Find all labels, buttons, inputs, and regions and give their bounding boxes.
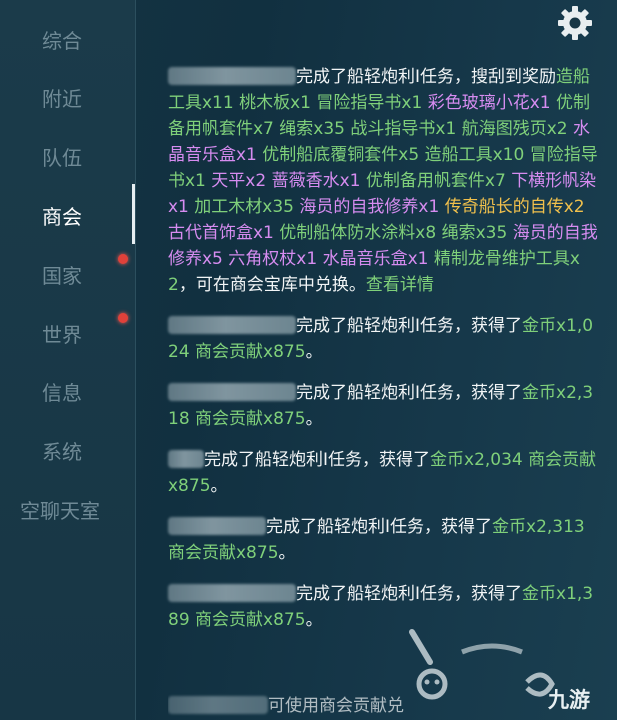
msg-text: 完成了船轻炮利I任务，获得了 [204, 450, 431, 470]
watermark-text: 九游 [548, 688, 590, 712]
gear-icon[interactable] [555, 3, 595, 43]
reward-item[interactable]: 桃木板x1 [239, 93, 311, 113]
channel-sidebar: 综合 附近 队伍 商会 国家 世界 信息 系统 空聊天室 [0, 0, 136, 720]
reward-item[interactable]: 战斗指导书x1 [350, 119, 456, 139]
tab-label: 系统 [42, 439, 82, 464]
tab-system[interactable]: 系统 [0, 421, 135, 479]
reward-item[interactable]: 传奇船长的自传x2 [445, 197, 585, 217]
tab-world[interactable]: 世界 [0, 304, 135, 362]
reward-item[interactable]: 金币x2,034 [430, 450, 523, 470]
msg-text: ，可在商会宝库中兑换。 [178, 275, 366, 295]
chat-message: 完成了船轻炮利I任务，获得了金币x2,034 商会贡献x875。 [168, 447, 598, 499]
msg-text: 完成了船轻炮利I任务，获得了 [296, 316, 523, 336]
player-name-redacted [168, 383, 296, 401]
player-name-redacted [168, 316, 296, 334]
reward-item[interactable]: 海员的自我修养x1 [299, 197, 439, 217]
reward-item[interactable]: 六角权杖x1 [228, 249, 317, 269]
tab-label: 附近 [42, 86, 82, 111]
player-name-redacted [168, 450, 204, 468]
msg-text: 可使用商会贡献兑 [268, 696, 404, 716]
msg-text: 。 [210, 476, 228, 496]
message-feed[interactable]: 完成了船轻炮利I任务，搜刮到奖励造船工具x11 桃木板x1 冒险指导书x1 彩色… [168, 64, 598, 648]
msg-text: 。 [305, 610, 323, 630]
msg-text: 完成了船轻炮利I任务，获得了 [296, 584, 523, 604]
msg-text: 完成了船轻炮利I任务，搜刮到奖励 [296, 67, 557, 87]
tab-label: 世界 [42, 322, 82, 347]
reward-item[interactable]: 商会贡献x875 [195, 409, 306, 429]
tab-nation[interactable]: 国家 [0, 245, 135, 303]
tab-label: 队伍 [42, 145, 82, 170]
world-unread-badge [118, 313, 128, 323]
reward-item[interactable]: 古代首饰盒x1 [168, 223, 274, 243]
reward-item[interactable]: 优制船体防水涂料x8 [279, 223, 436, 243]
tab-guild[interactable]: 商会 [0, 184, 135, 244]
reward-item[interactable]: 金币x2,313 [492, 517, 585, 537]
tab-label: 信息 [42, 380, 82, 405]
reward-item[interactable]: 商会贡献x875 [195, 610, 306, 630]
reward-item[interactable]: 绳索x35 [442, 223, 508, 243]
msg-text: 。 [305, 342, 323, 362]
tab-general[interactable]: 综合 [0, 10, 135, 68]
tab-label: 空聊天室 [20, 498, 100, 523]
reward-item[interactable]: 优制船底覆铜套件x5 [262, 145, 419, 165]
reward-item[interactable]: 商会贡献x875 [168, 543, 279, 563]
reward-item[interactable]: 冒险指导书x1 [316, 93, 422, 113]
msg-text: 。 [305, 409, 323, 429]
reward-item[interactable]: 优制备用帆套件x7 [366, 171, 506, 191]
tab-chatroom[interactable]: 空聊天室 [0, 480, 135, 538]
chat-message: 完成了船轻炮利I任务，获得了金币x2,318 商会贡献x875。 [168, 380, 598, 432]
msg-text: 完成了船轻炮利I任务，获得了 [266, 517, 493, 537]
player-name-redacted [168, 584, 296, 602]
chat-message: 完成了船轻炮利I任务，获得了金币x1,024 商会贡献x875。 [168, 313, 598, 365]
tab-info[interactable]: 信息 [0, 362, 135, 420]
nation-unread-badge [118, 254, 128, 264]
msg-text: 。 [278, 543, 296, 563]
tab-nearby[interactable]: 附近 [0, 68, 135, 126]
tab-team[interactable]: 队伍 [0, 127, 135, 185]
chat-window: 综合 附近 队伍 商会 国家 世界 信息 系统 空聊天室 完成了船轻炮利I任务，… [0, 0, 617, 720]
chat-message: 完成了船轻炮利I任务，搜刮到奖励造船工具x11 桃木板x1 冒险指导书x1 彩色… [168, 64, 598, 298]
reward-item[interactable]: 航海图残页x2 [462, 119, 568, 139]
player-name-redacted [168, 67, 296, 85]
view-details-link[interactable]: 查看详情 [366, 275, 434, 295]
chat-message: 完成了船轻炮利I任务，获得了金币x2,313 商会贡献x875。 [168, 514, 598, 566]
reward-item[interactable]: 蔷薇香水x1 [272, 171, 361, 191]
player-name-redacted [168, 517, 266, 535]
reward-item[interactable]: 彩色玻璃小花x1 [428, 93, 551, 113]
tab-label: 商会 [42, 204, 82, 229]
tab-label: 国家 [42, 263, 82, 288]
reward-item[interactable]: 加工木材x35 [194, 197, 294, 217]
reward-item[interactable]: 商会贡献x875 [195, 342, 306, 362]
reward-item[interactable]: 天平x2 [211, 171, 266, 191]
msg-text: 完成了船轻炮利I任务，获得了 [296, 383, 523, 403]
reward-item[interactable]: 造船工具x10 [425, 145, 525, 165]
tab-label: 综合 [42, 28, 82, 53]
player-name-redacted [168, 696, 268, 714]
reward-item[interactable]: 水晶音乐盒x1 [323, 249, 429, 269]
reward-item[interactable]: 绳索x35 [279, 119, 345, 139]
